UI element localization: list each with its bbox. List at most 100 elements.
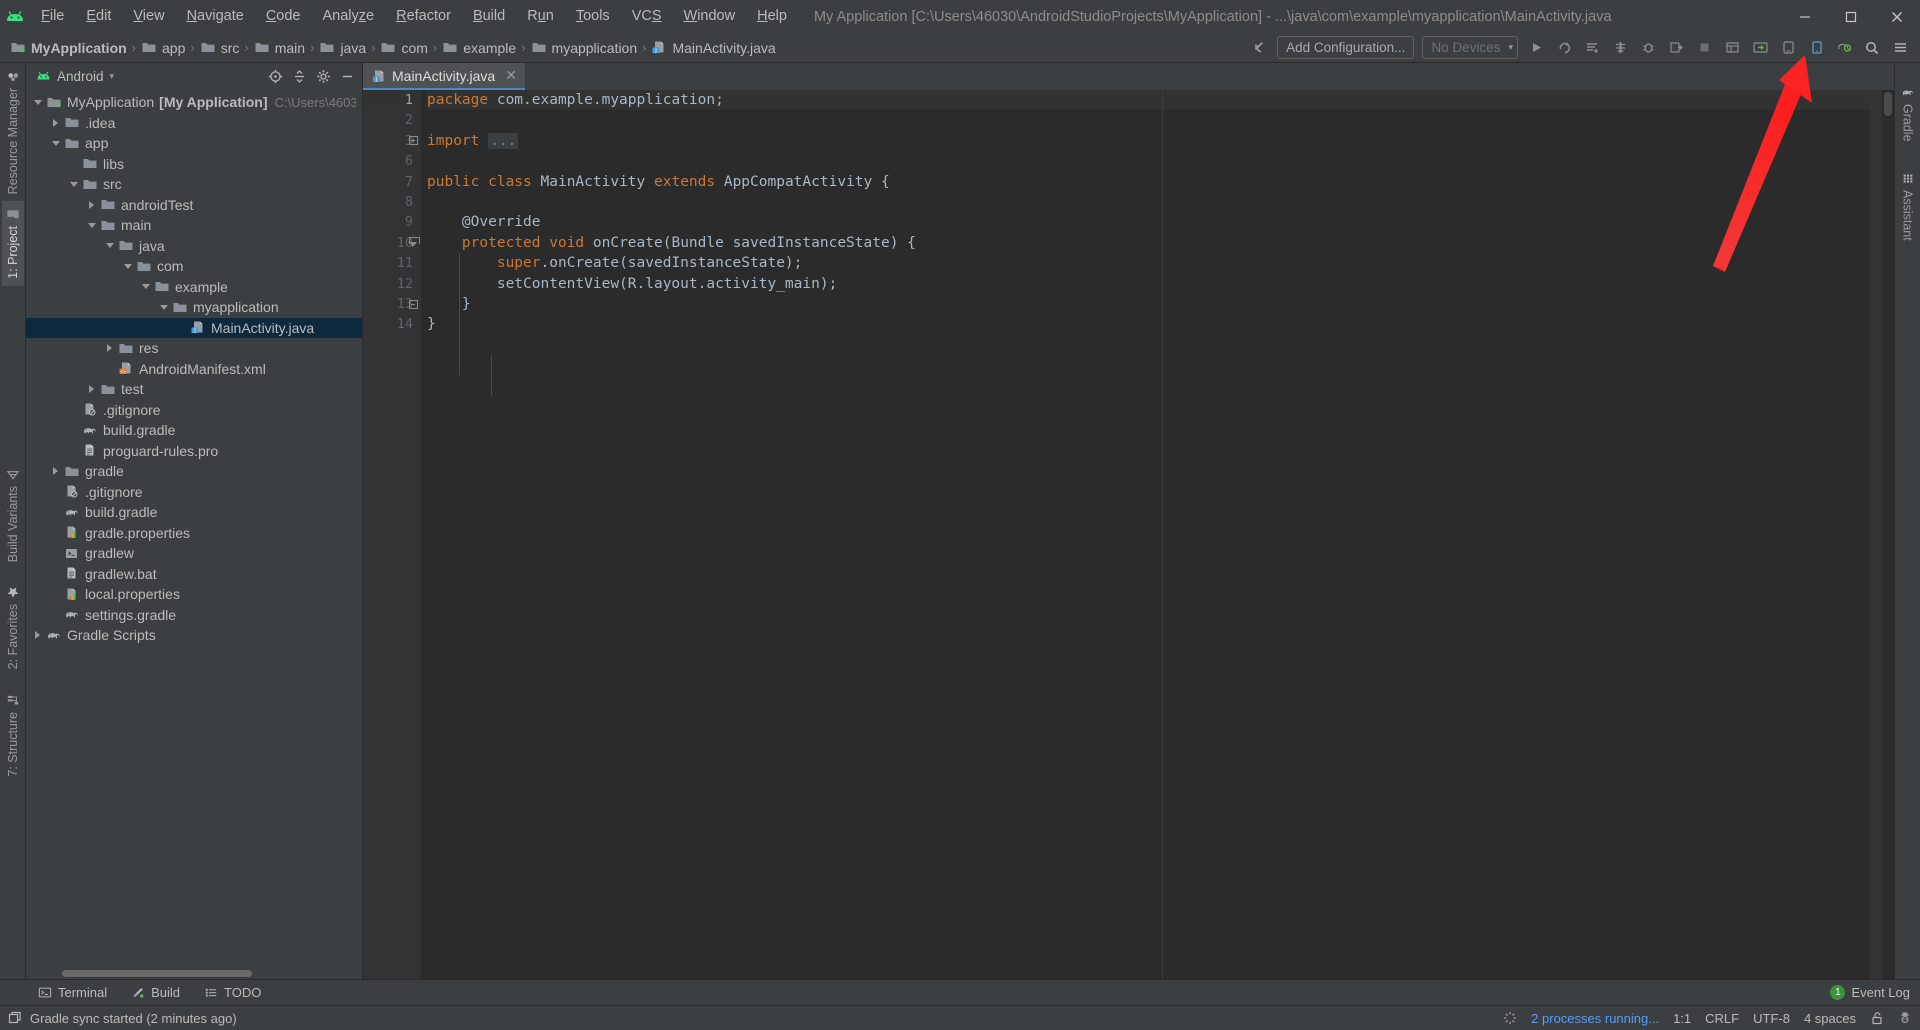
error-marker-stripe[interactable]: [1870, 90, 1882, 979]
tool-tab-resource-manager[interactable]: Resource Manager: [2, 63, 24, 201]
tree-node[interactable]: gradle.properties: [26, 523, 362, 544]
tree-twisty-open[interactable]: [47, 140, 64, 146]
profile-button[interactable]: [1607, 36, 1633, 60]
tree-twisty-closed[interactable]: [83, 385, 100, 394]
tool-tab-7-structure[interactable]: 7: Structure: [2, 687, 24, 784]
tool-tab-1-project[interactable]: 1: Project: [1, 201, 24, 287]
device-file-explorer-button[interactable]: [1803, 36, 1829, 60]
tree-node[interactable]: <> AndroidManifest.xml: [26, 359, 362, 380]
menu-code[interactable]: Code: [255, 4, 312, 29]
rerun-button[interactable]: [1551, 36, 1577, 60]
tree-twisty-open[interactable]: [101, 243, 118, 249]
line-number[interactable]: 2: [363, 110, 421, 130]
tab-mainactivity-java[interactable]: J MainActivity.java ✕: [363, 63, 525, 90]
line-number[interactable]: 11: [363, 253, 421, 273]
tree-node[interactable]: com: [26, 256, 362, 277]
tree-node[interactable]: MyApplication [My Application] C:\Users\46…: [26, 92, 362, 113]
tree-twisty-open[interactable]: [155, 304, 172, 310]
collapsed-imports-placeholder[interactable]: ...: [488, 132, 519, 149]
unlocked-icon[interactable]: [1870, 1011, 1884, 1025]
breadcrumb-main[interactable]: main: [254, 40, 305, 56]
tree-twisty-closed[interactable]: [101, 344, 118, 353]
menu-vcs[interactable]: VCS: [621, 4, 673, 29]
tree-node[interactable]: java: [26, 236, 362, 257]
sync-project-button[interactable]: [1831, 36, 1857, 60]
tree-twisty-closed[interactable]: [47, 118, 64, 127]
menu-file[interactable]: File: [30, 4, 75, 29]
project-pane-horizontal-scrollbar[interactable]: [26, 968, 362, 979]
code-line[interactable]: protected void onCreate(Bundle savedInst…: [427, 233, 1894, 253]
menu-view[interactable]: View: [122, 4, 175, 29]
device-selector[interactable]: No Devices ▾: [1422, 36, 1518, 59]
project-view-selector[interactable]: Android ▾: [36, 69, 114, 84]
indent-setting[interactable]: 4 spaces: [1804, 1011, 1856, 1026]
tree-twisty-open[interactable]: [29, 99, 46, 105]
tree-node[interactable]: main: [26, 215, 362, 236]
breadcrumb-app[interactable]: app: [141, 40, 185, 56]
tree-node[interactable]: J MainActivity.java: [26, 317, 362, 338]
code-line[interactable]: setContentView(R.layout.activity_main);: [427, 274, 1894, 294]
tree-node[interactable]: Gradle Scripts: [26, 625, 362, 646]
event-log-label[interactable]: Event Log: [1851, 985, 1910, 1000]
tree-twisty-closed[interactable]: [47, 467, 64, 476]
tree-node[interactable]: test: [26, 379, 362, 400]
tree-node[interactable]: app: [26, 133, 362, 154]
line-number[interactable]: 6: [363, 151, 421, 171]
hide-tool-window-button[interactable]: [336, 66, 358, 88]
tree-twisty-closed[interactable]: [83, 200, 100, 209]
sdk-manager-button[interactable]: [1747, 36, 1773, 60]
line-number-gutter[interactable]: 1 2 +3 6 7 8 9 10 11 12−13 14: [363, 90, 421, 979]
code-line[interactable]: import ...: [427, 131, 1894, 151]
tree-node[interactable]: local.properties: [26, 584, 362, 605]
run-with-coverage-button[interactable]: [1579, 36, 1605, 60]
code-line[interactable]: }: [427, 294, 1894, 314]
code-line[interactable]: }: [427, 314, 1894, 334]
breadcrumb-example[interactable]: example: [442, 40, 516, 56]
code-content[interactable]: package com.example.myapplication; impor…: [421, 90, 1894, 979]
tree-node[interactable]: androidTest: [26, 195, 362, 216]
close-icon[interactable]: ✕: [505, 67, 517, 84]
menu-navigate[interactable]: Navigate: [176, 4, 255, 29]
fold-marker-plus[interactable]: +: [407, 131, 419, 151]
menu-refactor[interactable]: Refactor: [385, 4, 462, 29]
avd-manager-button[interactable]: [1775, 36, 1801, 60]
select-opened-file-button[interactable]: [264, 66, 286, 88]
event-log-area[interactable]: 1 Event Log: [1830, 985, 1920, 1000]
editor-vertical-scrollbar[interactable]: [1882, 90, 1894, 979]
hector-inspection-icon[interactable]: [1898, 1011, 1912, 1025]
bottom-tab-todo[interactable]: TODO: [192, 982, 273, 1003]
tree-twisty-closed[interactable]: [29, 631, 46, 640]
menu-help[interactable]: Help: [746, 4, 798, 29]
fold-marker-arrow[interactable]: [407, 233, 420, 253]
tree-node[interactable]: proguard-rules.pro: [26, 441, 362, 462]
tree-node[interactable]: myapplication: [26, 297, 362, 318]
caret-position[interactable]: 1:1: [1673, 1011, 1691, 1026]
breadcrumb-java[interactable]: java: [319, 40, 366, 56]
tree-node[interactable]: src: [26, 174, 362, 195]
debug-button[interactable]: [1635, 36, 1661, 60]
hamburger-button[interactable]: [1887, 36, 1913, 60]
search-everywhere-button[interactable]: [1859, 36, 1885, 60]
tree-node[interactable]: .gitignore: [26, 400, 362, 421]
breadcrumb-src[interactable]: src: [200, 40, 239, 56]
tree-node[interactable]: libs: [26, 154, 362, 175]
breadcrumb-myapplication[interactable]: MyApplication: [10, 40, 127, 56]
tree-node[interactable]: example: [26, 277, 362, 298]
tree-node[interactable]: .gitignore: [26, 482, 362, 503]
code-line[interactable]: super.onCreate(savedInstanceState);: [427, 253, 1894, 273]
bottom-tab-build[interactable]: Build: [119, 982, 192, 1003]
code-line[interactable]: public class MainActivity extends AppCom…: [427, 172, 1894, 192]
line-number[interactable]: 8: [363, 192, 421, 212]
tool-tab-gradle[interactable]: Gradle: [1897, 79, 1919, 149]
tree-node[interactable]: gradlew.bat: [26, 564, 362, 585]
tree-node[interactable]: .idea: [26, 113, 362, 134]
line-separator[interactable]: CRLF: [1705, 1011, 1739, 1026]
tree-twisty-open[interactable]: [119, 263, 136, 269]
code-line[interactable]: [427, 151, 1894, 171]
tree-twisty-open[interactable]: [83, 222, 100, 228]
editor-canvas[interactable]: 1 2 +3 6 7 8 9 10 11 12−13 14 package com.example.…: [363, 90, 1894, 979]
tree-node[interactable]: gradle: [26, 461, 362, 482]
layout-inspector-button[interactable]: [1719, 36, 1745, 60]
collapse-all-button[interactable]: [288, 66, 310, 88]
tree-node[interactable]: gradlew: [26, 543, 362, 564]
